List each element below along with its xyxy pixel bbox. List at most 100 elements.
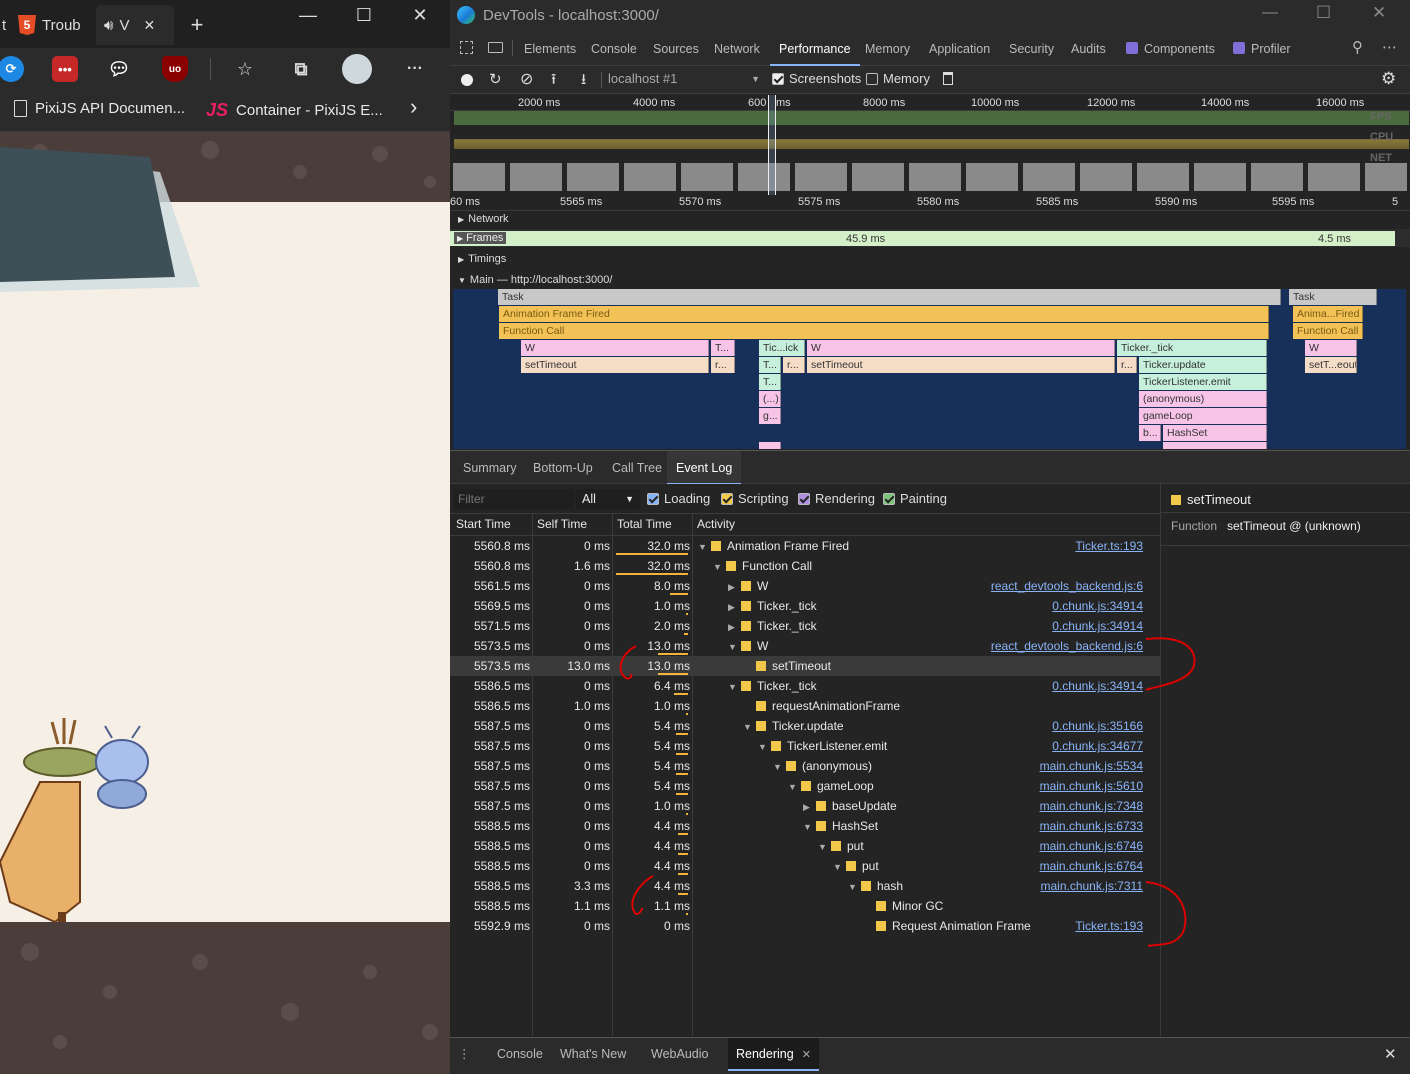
table-row[interactable]: 5588.5 ms 3.3 ms 4.4 ms ▼ hash main.chunk.js:… bbox=[450, 876, 1160, 896]
table-row[interactable]: 5587.5 ms 0 ms 5.4 ms ▼ TickerListener.emit 0… bbox=[450, 736, 1160, 756]
inspect-element-icon[interactable] bbox=[460, 41, 473, 54]
tab-sources[interactable]: Sources bbox=[653, 30, 699, 66]
download-icon[interactable]: ⭳ bbox=[581, 69, 586, 94]
flame-t[interactable]: T... bbox=[759, 357, 781, 373]
table-row[interactable]: 5561.5 ms 0 ms 8.0 ms ▶ Wreact_devtools_back… bbox=[450, 576, 1160, 596]
rendering-checkbox[interactable]: Rendering bbox=[798, 491, 875, 506]
loading-checkbox[interactable]: Loading bbox=[647, 491, 710, 506]
favorites-more-button[interactable]: › bbox=[410, 94, 417, 120]
close-window-button[interactable]: ✕ bbox=[1372, 3, 1386, 23]
minimize-button[interactable]: — bbox=[280, 0, 336, 30]
flame-function-call[interactable]: Function Call bbox=[499, 323, 1269, 339]
tab-application[interactable]: Application bbox=[929, 30, 990, 66]
tree-toggle-icon[interactable]: ▼ bbox=[818, 837, 828, 857]
table-row[interactable]: 5560.8 ms 1.6 ms 32.0 ms ▼ Function Call bbox=[450, 556, 1160, 576]
more-options-icon[interactable]: ⋯ bbox=[1382, 38, 1397, 56]
tab-security[interactable]: Security bbox=[1009, 30, 1054, 66]
screenshots-checkbox[interactable]: Screenshots bbox=[772, 71, 861, 86]
table-row[interactable]: 5588.5 ms 0 ms 4.4 ms ▼ HashSet main.chunk.js… bbox=[450, 816, 1160, 836]
tree-toggle-icon[interactable]: ▼ bbox=[848, 877, 858, 897]
table-row[interactable]: 5588.5 ms 0 ms 4.4 ms ▼ put main.chunk.js:674… bbox=[450, 836, 1160, 856]
tree-toggle-icon[interactable]: ▼ bbox=[788, 777, 798, 797]
table-row[interactable]: 5573.5 ms 13.0 ms 13.0 ms setTimeout bbox=[450, 656, 1160, 676]
avatar[interactable] bbox=[342, 54, 372, 84]
close-drawer-icon[interactable]: ✕ bbox=[1384, 1038, 1397, 1071]
maximize-button[interactable]: ☐ bbox=[336, 0, 392, 30]
tab-memory[interactable]: Memory bbox=[865, 30, 910, 66]
source-link[interactable]: react_devtools_backend.js:6 bbox=[991, 636, 1143, 656]
flame-settimeout[interactable]: setTimeout bbox=[521, 357, 709, 373]
column-start-time[interactable]: Start Time bbox=[456, 517, 511, 531]
tree-toggle-icon[interactable]: ▼ bbox=[743, 717, 753, 737]
source-link[interactable]: 0.chunk.js:34914 bbox=[1052, 616, 1143, 636]
tab-close-icon[interactable]: ✕ bbox=[143, 17, 155, 34]
browser-tab-active[interactable]: 🔊︎ V ✕ bbox=[96, 5, 174, 45]
frames-track-header[interactable]: ▶ Frames bbox=[454, 232, 507, 244]
source-link[interactable]: 0.chunk.js:34914 bbox=[1052, 676, 1143, 696]
table-row[interactable]: 5586.5 ms 1.0 ms 1.0 ms requestAnimationFra… bbox=[450, 696, 1160, 716]
close-window-button[interactable]: ✕ bbox=[392, 0, 448, 30]
source-link[interactable]: main.chunk.js:6746 bbox=[1040, 836, 1143, 856]
source-link[interactable]: Ticker.ts:193 bbox=[1075, 916, 1143, 936]
tab-network[interactable]: Network bbox=[714, 30, 760, 66]
flame-block[interactable] bbox=[759, 442, 781, 449]
flame-r[interactable]: r... bbox=[1117, 357, 1137, 373]
flame-t[interactable]: T... bbox=[711, 340, 735, 356]
more-menu-icon[interactable]: ··· bbox=[402, 56, 428, 82]
flame-ticker-update[interactable]: Ticker.update bbox=[1139, 357, 1267, 373]
scripting-checkbox[interactable]: Scripting bbox=[721, 491, 789, 506]
tree-toggle-icon[interactable]: ▼ bbox=[803, 817, 813, 837]
source-link[interactable]: main.chunk.js:5610 bbox=[1040, 776, 1143, 796]
flame-t[interactable]: T... bbox=[759, 374, 781, 390]
record-button[interactable] bbox=[461, 74, 473, 86]
table-row[interactable]: 5573.5 ms 0 ms 13.0 ms ▼ Wreact_devtools_bac… bbox=[450, 636, 1160, 656]
table-row[interactable]: 5587.5 ms 0 ms 1.0 ms ▶ baseUpdate main.chunk… bbox=[450, 796, 1160, 816]
target-select[interactable]: localhost #1 ▼ bbox=[608, 71, 760, 86]
trash-icon[interactable] bbox=[943, 72, 953, 85]
main-track-header[interactable]: ▼ Main — http://localhost:3000/ bbox=[458, 274, 612, 286]
flame-function-call[interactable]: Function Call bbox=[1293, 323, 1363, 339]
source-link[interactable]: react_devtools_backend.js:6 bbox=[991, 576, 1143, 596]
flame-ticker-tick[interactable]: Tic...ick bbox=[759, 340, 805, 356]
source-link[interactable]: main.chunk.js:6764 bbox=[1040, 856, 1143, 876]
flame-w[interactable]: W bbox=[521, 340, 709, 356]
maximize-button[interactable]: ☐ bbox=[1316, 3, 1331, 23]
category-select[interactable]: All ▼ bbox=[576, 489, 640, 509]
source-link[interactable]: main.chunk.js:6733 bbox=[1040, 816, 1143, 836]
source-link[interactable]: 0.chunk.js:34914 bbox=[1052, 596, 1143, 616]
flamechart-tracks[interactable]: ▶ Network ▶ Frames 45.9 ms 4.5 ms ▶ Timings… bbox=[450, 211, 1410, 449]
clear-icon[interactable]: ⊘ bbox=[520, 69, 533, 89]
flame-animation-frame[interactable]: Anima...Fired bbox=[1293, 306, 1363, 322]
tree-toggle-icon[interactable]: ▶ bbox=[728, 597, 738, 617]
minimize-button[interactable]: — bbox=[1262, 4, 1278, 22]
drawer-tab-webaudio[interactable]: WebAudio bbox=[651, 1038, 708, 1071]
tab-call-tree[interactable]: Call Tree bbox=[604, 451, 670, 485]
selection-window[interactable] bbox=[768, 95, 776, 195]
tree-toggle-icon[interactable]: ▼ bbox=[728, 637, 738, 657]
table-row[interactable]: 5571.5 ms 0 ms 2.0 ms ▶ Ticker._tick 0.chunk.… bbox=[450, 616, 1160, 636]
column-self-time[interactable]: Self Time bbox=[537, 517, 587, 531]
source-link[interactable]: Ticker.ts:193 bbox=[1075, 536, 1143, 556]
memory-checkbox[interactable]: Memory bbox=[866, 71, 930, 86]
column-activity[interactable]: Activity bbox=[697, 517, 735, 531]
flame-w[interactable]: W bbox=[807, 340, 1115, 356]
table-row[interactable]: 5587.5 ms 0 ms 5.4 ms ▼ Ticker.update 0.chunk… bbox=[450, 716, 1160, 736]
source-link[interactable]: main.chunk.js:7311 bbox=[1040, 876, 1143, 896]
frame-bar[interactable] bbox=[450, 231, 1395, 246]
flame-w[interactable]: W bbox=[1305, 340, 1357, 356]
flame-animation-frame[interactable]: Animation Frame Fired bbox=[499, 306, 1269, 322]
table-row[interactable]: 5560.8 ms 0 ms 32.0 ms ▼ Animation Frame Fir… bbox=[450, 536, 1160, 556]
tab-console[interactable]: Console bbox=[591, 30, 637, 66]
tree-toggle-icon[interactable]: ▶ bbox=[803, 797, 813, 817]
source-link[interactable]: main.chunk.js:5534 bbox=[1040, 756, 1143, 776]
flame-gameloop[interactable]: g... bbox=[759, 408, 781, 424]
tab-elements[interactable]: Elements bbox=[524, 30, 576, 66]
flame-r[interactable]: r... bbox=[783, 357, 805, 373]
tab-summary[interactable]: Summary bbox=[455, 451, 524, 485]
browser-tab[interactable]: t bbox=[0, 5, 10, 45]
chat-bubble-icon[interactable]: 💬︎ bbox=[106, 56, 132, 82]
tree-toggle-icon[interactable]: ▼ bbox=[698, 537, 708, 557]
table-row[interactable]: 5587.5 ms 0 ms 5.4 ms ▼ (anonymous) main.chun… bbox=[450, 756, 1160, 776]
flame-listener-emit[interactable]: TickerListener.emit bbox=[1139, 374, 1267, 390]
flame-gameloop[interactable]: gameLoop bbox=[1139, 408, 1267, 424]
